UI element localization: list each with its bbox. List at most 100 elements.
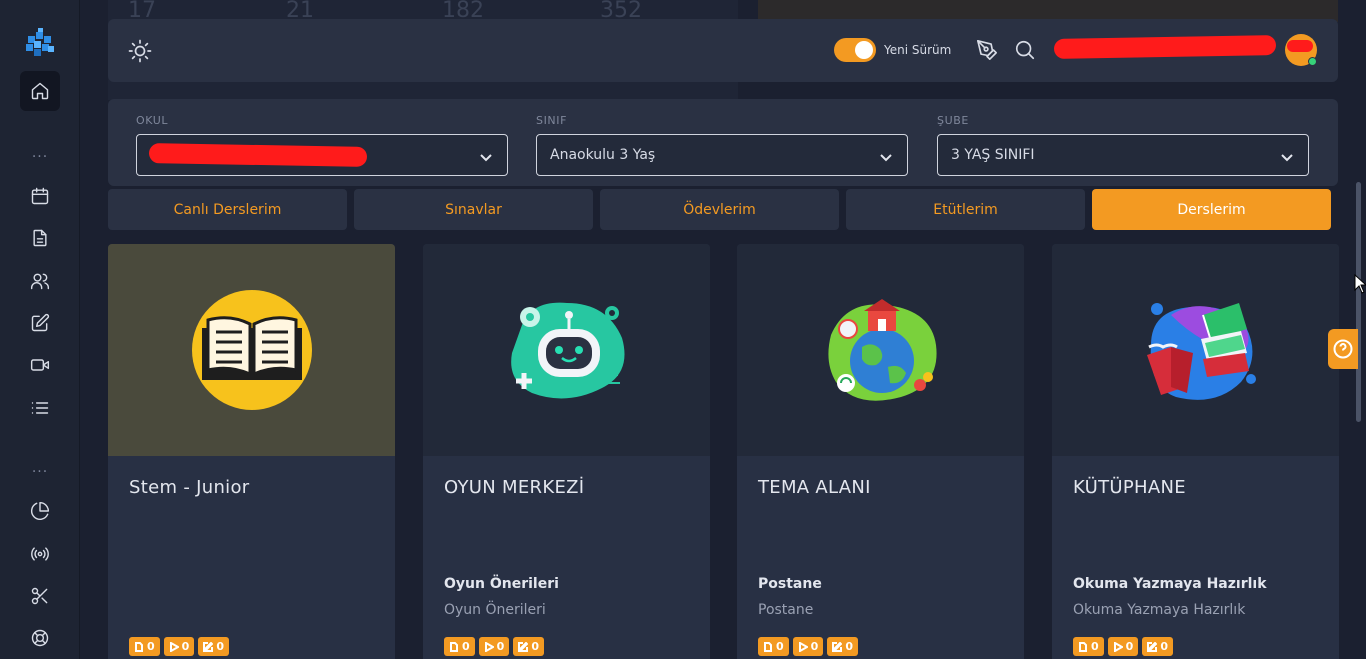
- card-subtitle: Oyun Önerileri: [444, 576, 559, 592]
- edit-icon: [832, 641, 843, 652]
- assignment-count-badge[interactable]: 0: [198, 637, 229, 656]
- video-count-badge[interactable]: 0: [163, 637, 195, 656]
- sidebar-item-support[interactable]: [20, 618, 60, 658]
- sidebar-item-documents[interactable]: [20, 218, 60, 258]
- lesson-card-stem-junior[interactable]: Stem - Junior 0 0 0: [108, 244, 395, 659]
- theme-toggle-sun-icon[interactable]: [128, 39, 152, 63]
- card-description: Postane: [758, 602, 814, 618]
- section-label: ŞUBE: [937, 114, 969, 127]
- chevron-down-icon: [1280, 149, 1294, 163]
- chevron-down-icon: [879, 149, 893, 163]
- sidebar-item-users[interactable]: [20, 261, 60, 301]
- list-icon: [31, 402, 49, 414]
- section-select[interactable]: 3 YAŞ SINIFI: [937, 134, 1309, 176]
- assignment-count-badge[interactable]: 0: [1142, 637, 1173, 656]
- robot-icon: [510, 302, 624, 399]
- lifebuoy-icon: [31, 629, 49, 647]
- sidebar-item-reports[interactable]: [20, 491, 60, 531]
- pie-chart-icon: [30, 501, 50, 520]
- video-count-badge[interactable]: 0: [478, 637, 510, 656]
- assignment-count: 0: [531, 640, 539, 653]
- edit-icon: [1147, 641, 1158, 652]
- document-count: 0: [462, 640, 470, 653]
- help-button[interactable]: [1328, 329, 1358, 369]
- open-book-icon: [191, 290, 312, 410]
- card-counters: 0 0 0: [758, 637, 858, 656]
- video-count-badge[interactable]: 0: [792, 637, 824, 656]
- top-bar: Yeni Sürüm: [108, 19, 1338, 82]
- class-filter: SINIF Anaokulu 3 Yaş: [536, 114, 908, 176]
- card-counters: 0 0 0: [1073, 637, 1173, 656]
- pen-tool-icon: [977, 40, 997, 60]
- sidebar-item-edit[interactable]: [20, 303, 60, 343]
- sidebar-item-home[interactable]: [20, 71, 60, 111]
- sidebar-item-list[interactable]: [20, 388, 60, 428]
- school-value-redacted: [148, 143, 368, 167]
- document-icon: [450, 641, 458, 652]
- assignment-count-badge[interactable]: 0: [827, 637, 858, 656]
- sidebar-separator: ...: [31, 460, 49, 476]
- assignment-count: 0: [1160, 640, 1168, 653]
- sidebar-item-live[interactable]: [20, 534, 60, 574]
- broadcast-icon: [31, 547, 49, 561]
- school-label: OKUL: [136, 114, 169, 127]
- document-count: 0: [147, 640, 155, 653]
- card-image: [108, 244, 395, 456]
- play-icon: [169, 641, 179, 652]
- video-count: 0: [810, 640, 819, 653]
- search-button[interactable]: [1014, 39, 1036, 61]
- document-count-badge[interactable]: 0: [129, 637, 160, 656]
- page-scrollbar[interactable]: [1356, 182, 1361, 422]
- document-count-badge[interactable]: 0: [444, 637, 475, 656]
- video-count: 0: [181, 640, 190, 653]
- new-version-toggle[interactable]: [834, 38, 876, 62]
- class-label: SINIF: [536, 114, 568, 127]
- video-count: 0: [496, 640, 505, 653]
- tab-exams[interactable]: Sınavlar: [354, 189, 593, 230]
- lesson-card-theme-area[interactable]: TEMA ALANI Postane Postane 0 0 0: [737, 244, 1024, 659]
- home-icon: [31, 82, 49, 100]
- tab-my-lessons[interactable]: Derslerim: [1092, 189, 1331, 230]
- section-filter: ŞUBE 3 YAŞ SINIFI: [937, 114, 1309, 176]
- sidebar-item-tools[interactable]: [20, 576, 60, 616]
- sidebar: ... ...: [0, 0, 80, 659]
- card-description: Oyun Önerileri: [444, 602, 546, 618]
- document-icon: [135, 641, 143, 652]
- document-count-badge[interactable]: 0: [1073, 637, 1104, 656]
- lesson-card-library[interactable]: KÜTÜPHANE Okuma Yazmaya Hazırlık Okuma Y…: [1052, 244, 1339, 659]
- video-count-badge[interactable]: 0: [1107, 637, 1139, 656]
- tab-live-lessons[interactable]: Canlı Derslerim: [108, 189, 347, 230]
- document-count-badge[interactable]: 0: [758, 637, 789, 656]
- sidebar-item-calendar[interactable]: [20, 176, 60, 216]
- toggle-knob: [855, 41, 873, 59]
- sidebar-separator: ...: [31, 145, 49, 161]
- class-select[interactable]: Anaokulu 3 Yaş: [536, 134, 908, 176]
- assignment-count-badge[interactable]: 0: [513, 637, 544, 656]
- filter-panel: OKUL SINIF Anaokulu 3 Yaş ŞUBE 3 YAŞ SIN…: [108, 99, 1338, 186]
- card-image: [1052, 244, 1339, 456]
- sidebar-item-video[interactable]: [20, 345, 60, 385]
- school-filter: OKUL: [136, 114, 508, 176]
- online-status-dot: [1308, 57, 1317, 66]
- users-icon: [30, 273, 50, 290]
- card-title: OYUN MERKEZİ: [444, 477, 585, 498]
- school-select[interactable]: [136, 134, 508, 176]
- pen-tool-button[interactable]: [976, 39, 998, 61]
- user-name-redacted[interactable]: [1053, 35, 1277, 59]
- edit-icon: [518, 641, 529, 652]
- books-icon: [1146, 303, 1256, 400]
- chevron-down-icon: [479, 149, 493, 163]
- play-icon: [798, 641, 808, 652]
- document-icon: [764, 641, 772, 652]
- document-count: 0: [776, 640, 784, 653]
- class-select-value: Anaokulu 3 Yaş: [550, 147, 656, 163]
- tab-homework[interactable]: Ödevlerim: [600, 189, 839, 230]
- card-title: Stem - Junior: [129, 477, 250, 498]
- card-counters: 0 0 0: [129, 637, 229, 656]
- tab-study-sessions[interactable]: Etütlerim: [846, 189, 1085, 230]
- section-select-value: 3 YAŞ SINIFI: [951, 147, 1035, 163]
- logo-icon[interactable]: [24, 28, 56, 58]
- lesson-card-game-center[interactable]: OYUN MERKEZİ Oyun Önerileri Oyun Önerile…: [423, 244, 710, 659]
- assignment-count: 0: [216, 640, 224, 653]
- card-title: KÜTÜPHANE: [1073, 477, 1186, 498]
